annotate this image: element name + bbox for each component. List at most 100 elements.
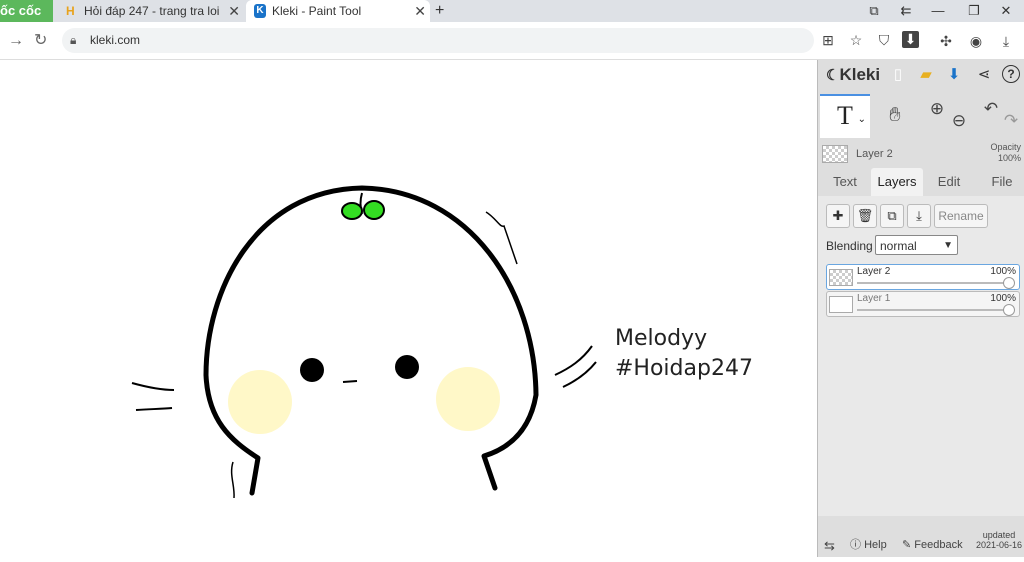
slider-knob[interactable] (1003, 277, 1015, 289)
close-tab-icon[interactable]: ✕ (228, 0, 240, 22)
undo-icon[interactable]: ↶ (980, 94, 1002, 136)
chevron-down-icon: ▼ (943, 240, 953, 251)
tab-strip: ốc cốc H Hỏi đáp 247 - trang tra loi ✕ K… (0, 0, 1024, 22)
shield-icon[interactable]: ⛉ (874, 30, 894, 50)
account-icon[interactable]: ◉ (966, 31, 986, 51)
swap-side-icon[interactable]: ⇆ (824, 534, 835, 557)
layer-name: Layer 1 (857, 293, 891, 304)
help-link[interactable]: ⓘ Help (850, 534, 887, 557)
layer-row[interactable]: Layer 1 100% (826, 291, 1020, 317)
current-layer-info: Layer 2 Opacity 100% (818, 140, 1024, 168)
tab-hoidap[interactable]: H Hỏi đáp 247 - trang tra loi ✕ (58, 0, 244, 22)
sprout-right-leaf (363, 200, 385, 220)
close-window-icon[interactable]: ✕ (996, 0, 1016, 22)
drawing-svg: Melodyy #Hoidap247 (131, 185, 753, 499)
save-download-icon[interactable]: ⤓ (996, 31, 1016, 51)
logo-text: Kleki (839, 65, 881, 84)
right-eye (395, 355, 419, 379)
translate-icon[interactable]: ⊞ (818, 30, 838, 50)
layer-opacity: 100% (990, 266, 1016, 277)
layer-name: Layer 2 (857, 266, 891, 277)
chevron-down-icon: ⌄ (857, 114, 866, 125)
panel-tabs: Text Layers Edit File (818, 168, 1024, 196)
blending-value: normal (880, 239, 917, 253)
new-tab-button[interactable]: + (435, 0, 444, 22)
text-tool-button[interactable]: T ⌄ (820, 94, 870, 138)
layer-thumbnail (829, 269, 853, 286)
tab-text[interactable]: Text (824, 168, 866, 196)
help-icon: ⓘ (850, 539, 861, 551)
feedback-label: Feedback (914, 539, 963, 551)
updated-info: updated 2021-06-16 (976, 530, 1022, 550)
save-download-icon[interactable]: ⬇ (944, 65, 964, 85)
left-blush (228, 370, 292, 434)
slider-knob[interactable] (1003, 304, 1015, 316)
delete-layer-icon[interactable]: 🗑︎ (853, 204, 877, 228)
hoidap-favicon-icon: H (66, 4, 75, 18)
tab-title: Hỏi đáp 247 - trang tra loi (84, 4, 220, 18)
close-tab-icon[interactable]: ✕ (414, 0, 426, 22)
new-image-icon[interactable]: ▯ (888, 65, 908, 85)
browser-toolbar: → ↻ 🔒︎ kleki.com ⊞ ☆ ⛉ ⬇ ✣ ◉ ⤓ (0, 22, 1024, 60)
help-icon[interactable]: ? (1002, 65, 1020, 83)
canvas-text-name: Melodyy (615, 326, 707, 351)
browser-brand[interactable]: ốc cốc (0, 0, 53, 22)
layer-opacity-slider[interactable] (857, 282, 1007, 284)
open-folder-icon[interactable]: ▰ (916, 65, 936, 85)
forward-icon[interactable]: → (8, 22, 24, 59)
feedback-icon: ✎ (902, 539, 912, 551)
sprout-left-leaf (341, 202, 363, 220)
layer-opacity-slider[interactable] (857, 309, 1007, 311)
merge-down-icon[interactable]: ⤓ (907, 204, 931, 228)
blending-select[interactable]: normal ▼ (875, 235, 958, 255)
layers-panel: ✚ 🗑︎ ⧉ ⤓ Rename Blending normal ▼ Layer … (818, 196, 1024, 516)
download-icon[interactable]: ⬇ (902, 31, 919, 48)
blending-label: Blending (826, 239, 873, 253)
tab-layers[interactable]: Layers (871, 168, 923, 196)
lock-icon: 🔒︎ (70, 33, 77, 47)
feedback-link[interactable]: ✎ Feedback (902, 534, 963, 557)
character-outline (203, 185, 539, 496)
opacity-label: Opacity (990, 142, 1021, 152)
mouth (342, 380, 358, 383)
layer-thumbnail (829, 296, 853, 313)
hand-tool-icon[interactable]: ✋︎ (880, 94, 910, 136)
back-arrow-icon[interactable]: ⇇ (896, 0, 916, 22)
extensions-icon[interactable]: ✣ (936, 31, 956, 51)
right-blush (436, 367, 500, 431)
kleki-side-panel: ☾Kleki ▯ ▰ ⬇ ⋖ ? T ⌄ ✋︎ ⊕ ⊖ ↶ ↷ Layer 2 O… (817, 60, 1024, 557)
current-layer-name: Layer 2 (856, 148, 893, 160)
opacity-value: 100% (997, 153, 1021, 163)
tab-kleki[interactable]: K Kleki - Paint Tool ✕ (246, 0, 430, 22)
minimize-icon[interactable]: — (928, 0, 948, 22)
add-layer-icon[interactable]: ✚ (826, 204, 850, 228)
duplicate-layer-icon[interactable]: ⧉ (880, 204, 904, 228)
tab-title: Kleki - Paint Tool (272, 4, 362, 18)
tool-bar: T ⌄ ✋︎ ⊕ ⊖ ↶ ↷ (818, 94, 1024, 138)
star-icon[interactable]: ☆ (846, 30, 866, 50)
panel-header: ☾Kleki ▯ ▰ ⬇ ⋖ ? (818, 60, 1024, 90)
canvas-text-tag: #Hoidap247 (615, 356, 753, 381)
layer-row[interactable]: Layer 2 100% (826, 264, 1020, 290)
layer-opacity: 100% (990, 293, 1016, 304)
updated-label: updated (982, 530, 1016, 540)
tab-file[interactable]: File (982, 168, 1022, 196)
restore-icon[interactable]: ❐ (964, 0, 984, 22)
updated-date: 2021-06-16 (976, 540, 1023, 550)
kleki-favicon-icon: K (254, 4, 266, 18)
reload-icon[interactable]: ↻ (34, 22, 47, 59)
kleki-logo[interactable]: ☾Kleki (826, 64, 880, 87)
drawing-canvas[interactable]: Melodyy #Hoidap247 (0, 60, 817, 557)
opacity-readout: Opacity 100% (990, 142, 1021, 164)
zoom-in-icon[interactable]: ⊕ (926, 94, 948, 136)
share-icon[interactable]: ⋖ (974, 65, 994, 85)
left-eye (300, 358, 324, 382)
screenshot-icon[interactable]: ⧉ (864, 0, 884, 22)
rename-button[interactable]: Rename (934, 204, 988, 228)
address-bar[interactable]: 🔒︎ kleki.com ⊞ ☆ ⛉ (62, 28, 889, 53)
tab-edit[interactable]: Edit (928, 168, 970, 196)
panel-footer: ⇆ ⓘ Help ✎ Feedback updated 2021-06-16 (818, 530, 1024, 557)
url-text: kleki.com (90, 33, 141, 47)
help-label: Help (864, 539, 887, 551)
layer-thumbnail (822, 145, 848, 163)
